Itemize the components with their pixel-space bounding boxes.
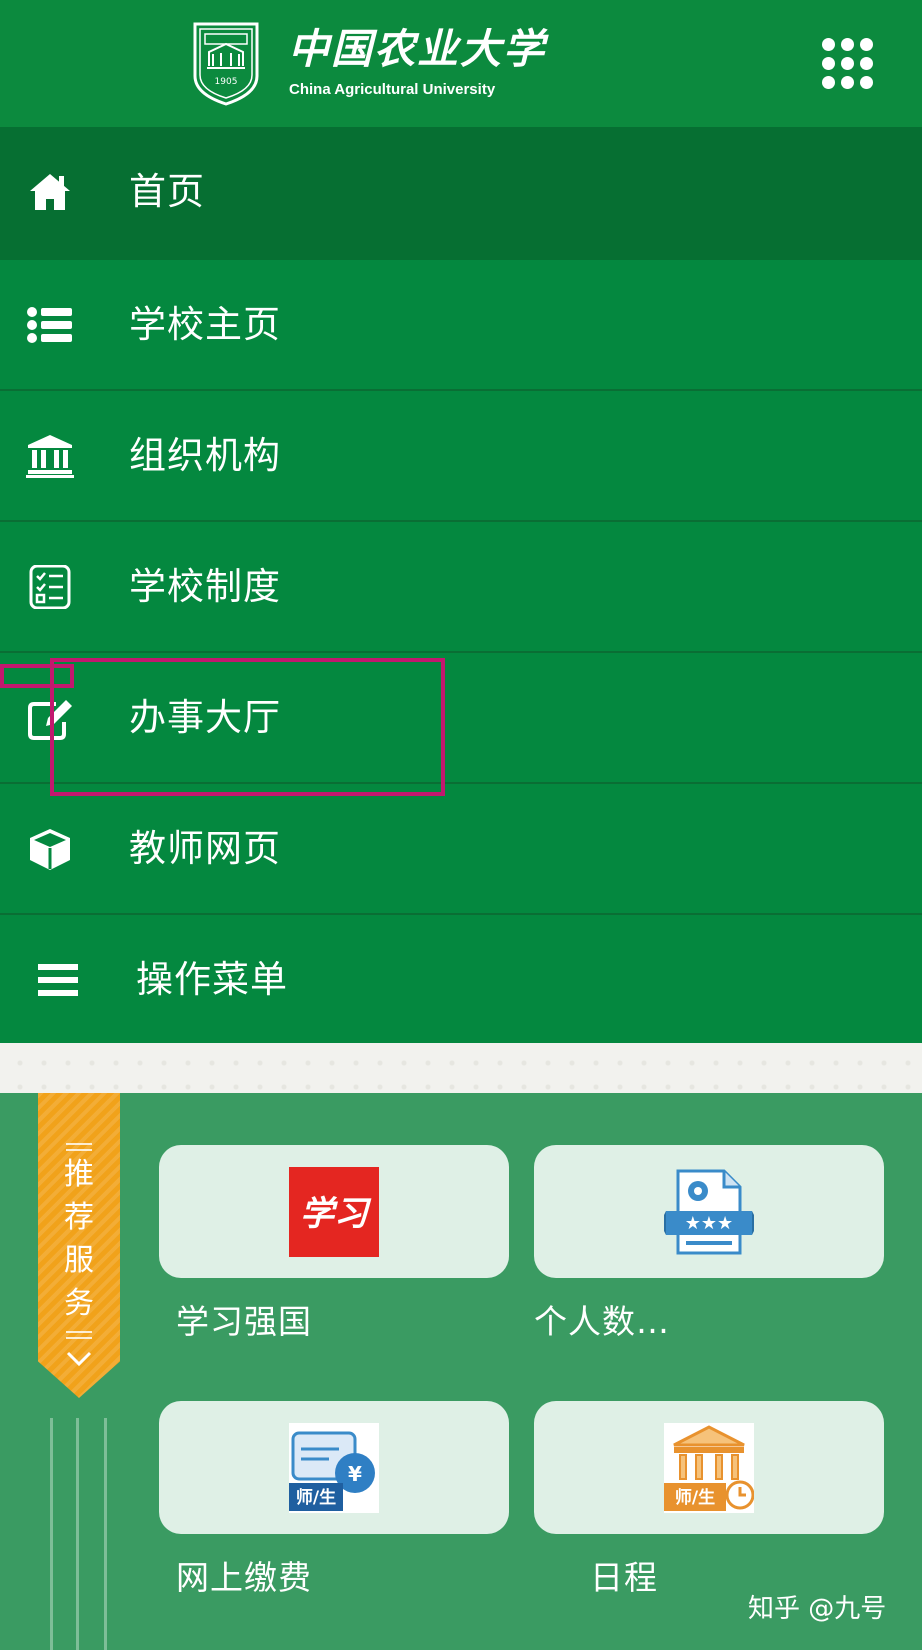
calendar-building-icon: 师/生	[664, 1423, 754, 1513]
list-icon	[27, 307, 72, 343]
ribbon-char: 务	[64, 1286, 94, 1321]
institution-icon	[26, 435, 74, 478]
cube-icon	[30, 829, 70, 870]
navigation-menu: 首页 学校主页 组织机构 学校制度 办事大厅 教师网页 操作菜单	[0, 127, 922, 1046]
menu-item-teacher-pages[interactable]: 教师网页	[0, 784, 922, 915]
menu-item-label: 办事大厅	[129, 696, 281, 739]
certificate-icon: ★★★	[664, 1169, 754, 1255]
recommended-ribbon: 推 荐 服 务	[38, 1093, 120, 1398]
ribbon-rails	[50, 1418, 110, 1650]
menu-item-school-homepage[interactable]: 学校主页	[0, 260, 922, 391]
checklist-icon	[29, 565, 71, 609]
university-name-en: China Agricultural University	[289, 81, 496, 98]
seal-year: 1905	[215, 77, 238, 87]
menu-item-label: 组织机构	[129, 434, 281, 477]
app-grid-button[interactable]	[822, 38, 874, 90]
chevron-down-icon	[66, 1351, 92, 1367]
service-tile-schedule[interactable]: 师/生	[534, 1401, 884, 1534]
recommended-services: 推 荐 服 务 学习 学习强国 ★★★ 个人数… ¥ 师/生 网上缴费 师/生 …	[0, 1093, 922, 1650]
menu-item-regulations[interactable]: 学校制度	[0, 522, 922, 653]
xuexi-logo-text: 学习	[300, 1194, 372, 1234]
menu-item-label: 学校主页	[129, 303, 281, 346]
university-name-cn: 中国农业大学	[288, 25, 546, 73]
service-tile-online-payment[interactable]: ¥ 师/生	[159, 1401, 509, 1534]
ribbon-char: 荐	[64, 1200, 94, 1235]
university-seal-icon: 1905	[193, 22, 259, 106]
home-icon	[30, 174, 70, 210]
menu-item-home[interactable]: 首页	[0, 127, 922, 260]
divider-strip	[0, 1043, 922, 1093]
teacher-student-tag: 师/生	[675, 1487, 715, 1508]
top-header: 1905 中国农业大学 China Agricultural Universit…	[0, 0, 922, 127]
service-label: 网上缴费	[176, 1558, 312, 1597]
service-label: 学习强国	[176, 1302, 312, 1341]
menu-item-label: 操作菜单	[136, 958, 288, 1001]
hamburger-icon	[38, 964, 78, 996]
ribbon-title: 推 荐 服 务	[38, 1153, 120, 1325]
svg-text:¥: ¥	[348, 1462, 362, 1486]
xuexi-qiangguo-icon: 学习	[289, 1167, 379, 1257]
teacher-student-tag: 师/生	[296, 1487, 336, 1508]
menu-item-organization[interactable]: 组织机构	[0, 391, 922, 522]
svg-text:★★★: ★★★	[685, 1213, 733, 1234]
service-label: 个人数…	[534, 1302, 670, 1341]
menu-item-service-hall[interactable]: 办事大厅	[0, 653, 922, 784]
ribbon-char: 服	[64, 1243, 94, 1278]
ribbon-char: 推	[64, 1157, 94, 1192]
menu-item-label: 首页	[129, 170, 205, 213]
menu-item-label: 学校制度	[129, 565, 281, 608]
payment-card-icon: ¥ 师/生	[289, 1423, 379, 1513]
zhihu-watermark: 知乎 @九号	[748, 1594, 887, 1624]
menu-item-label: 教师网页	[129, 827, 281, 870]
service-label: 日程	[590, 1558, 658, 1597]
edit-icon	[28, 700, 72, 740]
service-tile-personal-data[interactable]: ★★★	[534, 1145, 884, 1278]
menu-item-operations-menu[interactable]: 操作菜单	[0, 915, 922, 1046]
service-tile-xuexi[interactable]: 学习	[159, 1145, 509, 1278]
